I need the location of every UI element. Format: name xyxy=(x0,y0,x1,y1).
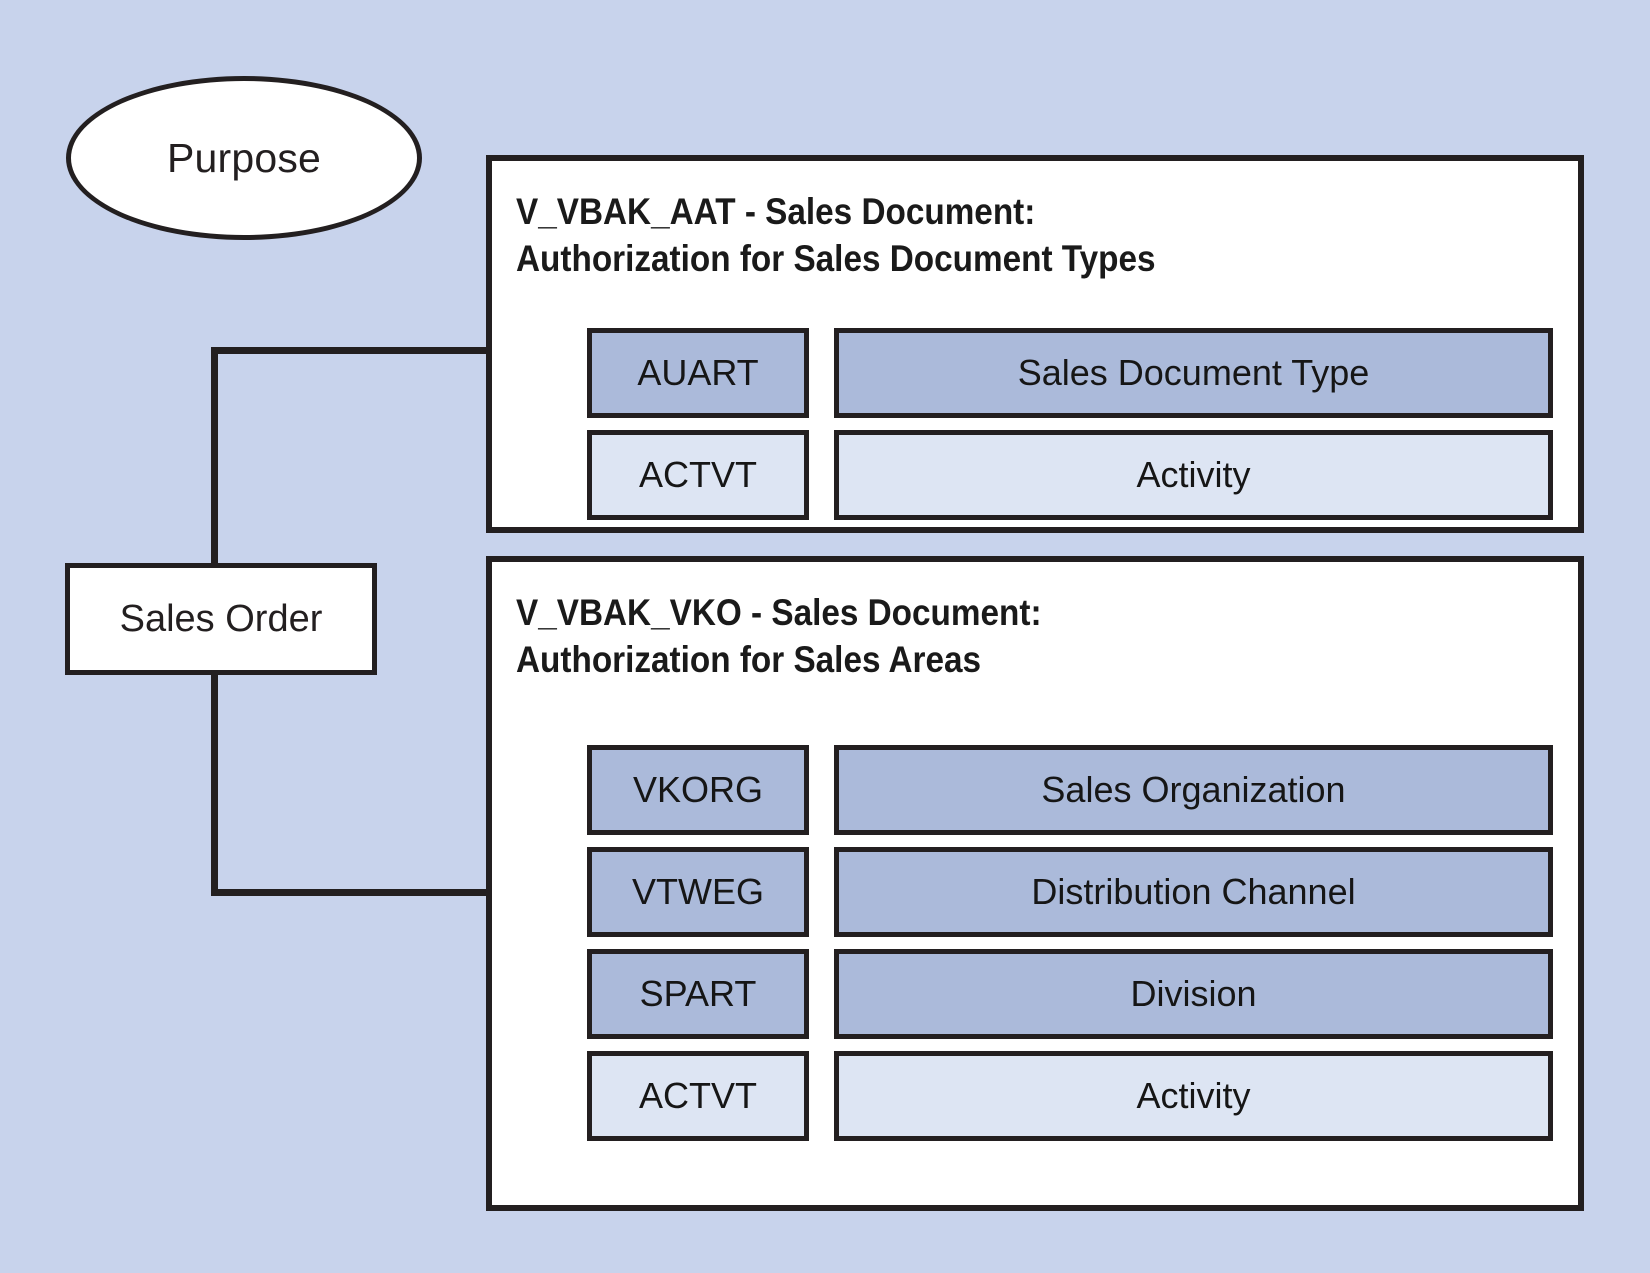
connector-branch-to-aat xyxy=(211,347,513,354)
field-list-v-vbak-aat: AUART Sales Document Type ACTVT Activity xyxy=(492,328,1578,532)
sales-order-node-label: Sales Order xyxy=(119,597,323,640)
auth-object-panel-v-vbak-vko: V_VBAK_VKO - Sales Document: Authorizati… xyxy=(486,556,1584,1211)
field-description: Sales Document Type xyxy=(834,328,1553,418)
field-row: VTWEG Distribution Channel xyxy=(492,847,1578,937)
field-code: AUART xyxy=(587,328,809,418)
diagram-canvas: Purpose Sales Order V_VBAK_AAT - Sales D… xyxy=(0,0,1650,1273)
field-code: VTWEG xyxy=(587,847,809,937)
sales-order-node: Sales Order xyxy=(65,563,377,675)
field-description: Activity xyxy=(834,1051,1553,1141)
field-description: Sales Organization xyxy=(834,745,1553,835)
field-list-v-vbak-vko: VKORG Sales Organization VTWEG Distribut… xyxy=(492,745,1578,1153)
auth-object-panel-v-vbak-aat: V_VBAK_AAT - Sales Document: Authorizati… xyxy=(486,155,1584,533)
purpose-node-label: Purpose xyxy=(166,134,322,181)
connector-branch-to-vko xyxy=(211,889,513,896)
purpose-node: Purpose xyxy=(66,76,422,240)
field-row: ACTVT Activity xyxy=(492,1051,1578,1141)
panel-title-v-vbak-vko: V_VBAK_VKO - Sales Document: Authorizati… xyxy=(516,592,1042,681)
field-code: VKORG xyxy=(587,745,809,835)
field-code: SPART xyxy=(587,949,809,1039)
field-row: VKORG Sales Organization xyxy=(492,745,1578,835)
field-row: SPART Division xyxy=(492,949,1578,1039)
field-code: ACTVT xyxy=(587,1051,809,1141)
field-description: Distribution Channel xyxy=(834,847,1553,937)
panel-title-v-vbak-aat: V_VBAK_AAT - Sales Document: Authorizati… xyxy=(516,191,1156,280)
field-row: ACTVT Activity xyxy=(492,430,1578,520)
field-row: AUART Sales Document Type xyxy=(492,328,1578,418)
field-description: Activity xyxy=(834,430,1553,520)
field-description: Division xyxy=(834,949,1553,1039)
field-code: ACTVT xyxy=(587,430,809,520)
